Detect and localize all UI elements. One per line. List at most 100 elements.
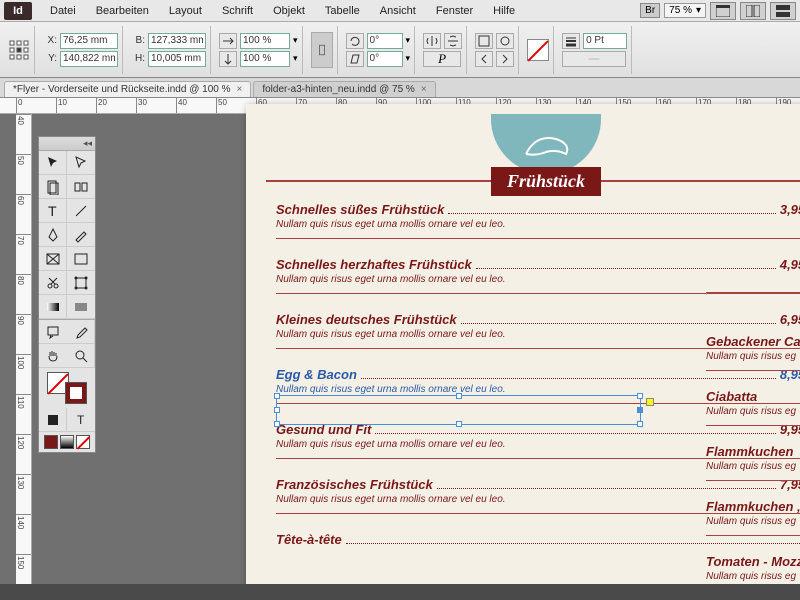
tools-panel[interactable]: ◂◂ T T xyxy=(38,136,96,453)
croissant-icon xyxy=(516,124,576,164)
menu-item-desc: Nullam quis risus eg xyxy=(706,351,800,362)
collapse-icon[interactable]: ◂◂ xyxy=(83,138,92,149)
menu-item-row[interactable]: Flammkuchen „PNullam quis risus eg xyxy=(706,499,800,536)
stroke-style-dropdown[interactable] xyxy=(562,51,626,67)
chevron-down-icon[interactable]: ▾ xyxy=(406,35,411,46)
container-mode-button[interactable] xyxy=(311,32,333,68)
zoom-tool[interactable] xyxy=(67,344,95,368)
document-tab-inactive[interactable]: folder-a3-hinten_neu.indd @ 75 %× xyxy=(253,81,435,97)
x-input[interactable] xyxy=(60,33,118,49)
w-input[interactable] xyxy=(148,33,206,49)
screen-mode-button[interactable] xyxy=(710,2,736,20)
menu-item-row[interactable]: CiabattaNullam quis risus eg xyxy=(706,389,800,426)
apply-color-swatch[interactable] xyxy=(44,435,58,449)
tools-panel-header[interactable]: ◂◂ xyxy=(39,137,95,151)
rectangle-frame-tool[interactable] xyxy=(39,247,67,271)
page-tool[interactable] xyxy=(39,175,67,199)
menu-hilfe[interactable]: Hilfe xyxy=(483,3,525,19)
hand-tool[interactable] xyxy=(39,344,67,368)
menu-objekt[interactable]: Objekt xyxy=(263,3,315,19)
chevron-down-icon[interactable]: ▾ xyxy=(293,53,298,64)
menu-item-desc: Nullam quis risus eg xyxy=(706,516,800,527)
arrange-button[interactable] xyxy=(740,2,766,20)
zoom-dropdown[interactable]: 75 %▾ xyxy=(664,3,706,18)
canvas-area[interactable]: 405060708090100110120130140150160 Frühst… xyxy=(16,114,800,584)
y-input[interactable] xyxy=(60,51,118,67)
menu-fenster[interactable]: Fenster xyxy=(426,3,483,19)
menu-item-name: Tomaten - Mozza xyxy=(706,554,800,569)
close-icon[interactable]: × xyxy=(421,84,427,95)
rotate-input[interactable] xyxy=(367,33,403,49)
menu-layout[interactable]: Layout xyxy=(159,3,212,19)
x-label: X: xyxy=(43,35,57,46)
stroke-weight-icon xyxy=(562,33,580,49)
reference-point-icon[interactable] xyxy=(8,39,30,61)
stroke-swatch[interactable] xyxy=(65,382,87,404)
menu-item-rule xyxy=(706,535,800,536)
menu-item-row[interactable]: Schnelles herzhaftes Frühstück 4,95 €Nul… xyxy=(276,257,800,294)
chevron-down-icon[interactable]: ▾ xyxy=(293,35,298,46)
menu-item-price: 4,95 € xyxy=(780,257,800,272)
rectangle-tool[interactable] xyxy=(67,247,95,271)
scale-x-input[interactable] xyxy=(240,33,290,49)
menu-item-rule xyxy=(706,370,800,371)
menu-item-name: Französisches Frühstück xyxy=(276,477,433,492)
header-badge-circle xyxy=(491,114,601,174)
h-input[interactable] xyxy=(148,51,206,67)
ruler-vertical[interactable]: 405060708090100110120130140150160 xyxy=(16,114,32,584)
menu-datei[interactable]: Datei xyxy=(40,3,86,19)
apply-text-button[interactable]: T xyxy=(67,408,95,432)
document-tab-active[interactable]: *Flyer - Vorderseite und Rückseite.indd … xyxy=(4,81,251,97)
scissors-tool[interactable] xyxy=(39,271,67,295)
document-tabs-bar: *Flyer - Vorderseite und Rückseite.indd … xyxy=(0,78,800,98)
select-container-icon[interactable] xyxy=(475,33,493,49)
menu-item-row[interactable]: Schnelles süßes Frühstück 3,95 €Nullam q… xyxy=(276,202,800,239)
menu-item-desc: Nullam quis risus eg xyxy=(706,571,800,582)
h-label: H: xyxy=(131,53,145,64)
menu-item-row[interactable]: Gebackener CamNullam quis risus eg xyxy=(706,334,800,371)
menu-item-row[interactable]: FlammkuchenNullam quis risus eg xyxy=(706,444,800,481)
type-tool[interactable]: T xyxy=(39,199,67,223)
clear-transform-icon[interactable]: P xyxy=(423,51,461,67)
menu-ansicht[interactable]: Ansicht xyxy=(370,3,426,19)
menu-item-desc: Nullam quis risus eget urna mollis ornar… xyxy=(276,219,800,230)
chevron-down-icon[interactable]: ▾ xyxy=(406,53,411,64)
flip-v-icon[interactable] xyxy=(444,33,462,49)
scale-y-input[interactable] xyxy=(240,51,290,67)
eyedropper-tool[interactable] xyxy=(67,320,95,344)
selection-tool[interactable] xyxy=(39,151,67,175)
fill-swatch[interactable] xyxy=(527,39,549,61)
menu-schrift[interactable]: Schrift xyxy=(212,3,263,19)
apply-none-swatch[interactable] xyxy=(76,435,90,449)
menu-bearbeiten[interactable]: Bearbeiten xyxy=(86,3,159,19)
flip-h-icon[interactable] xyxy=(423,33,441,49)
workspace-button[interactable] xyxy=(770,2,796,20)
line-tool[interactable] xyxy=(67,199,95,223)
menu-tabelle[interactable]: Tabelle xyxy=(315,3,370,19)
pencil-tool[interactable] xyxy=(67,223,95,247)
gradient-feather-tool[interactable] xyxy=(67,295,95,319)
fill-stroke-control[interactable] xyxy=(39,368,95,408)
menu-item-name: Flammkuchen xyxy=(706,444,793,459)
stroke-weight-input[interactable] xyxy=(583,33,627,49)
pen-tool[interactable] xyxy=(39,223,67,247)
color-mode-swatches xyxy=(39,432,95,452)
bridge-button[interactable]: Br xyxy=(640,3,660,18)
shear-input[interactable] xyxy=(367,51,403,67)
gradient-swatch-tool[interactable] xyxy=(39,295,67,319)
menu-item-dots xyxy=(448,213,776,214)
direct-selection-tool[interactable] xyxy=(67,151,95,175)
close-icon[interactable]: × xyxy=(236,84,242,95)
select-next-icon[interactable] xyxy=(496,51,514,67)
select-content-icon[interactable] xyxy=(496,33,514,49)
menu-item-name: Tête-à-tête xyxy=(276,532,342,547)
note-tool[interactable] xyxy=(39,320,67,344)
menu-item-row[interactable]: Tomaten - Mozza Nullam quis risus eg xyxy=(706,554,800,584)
gap-tool[interactable] xyxy=(67,175,95,199)
select-prev-icon[interactable] xyxy=(475,51,493,67)
menu-item-rule xyxy=(276,238,800,239)
apply-container-button[interactable] xyxy=(39,408,67,432)
free-transform-tool[interactable] xyxy=(67,271,95,295)
control-bar: X: Y: B: H: ▾ ▾ ▾ ▾ P xyxy=(0,22,800,78)
apply-gradient-swatch[interactable] xyxy=(60,435,74,449)
